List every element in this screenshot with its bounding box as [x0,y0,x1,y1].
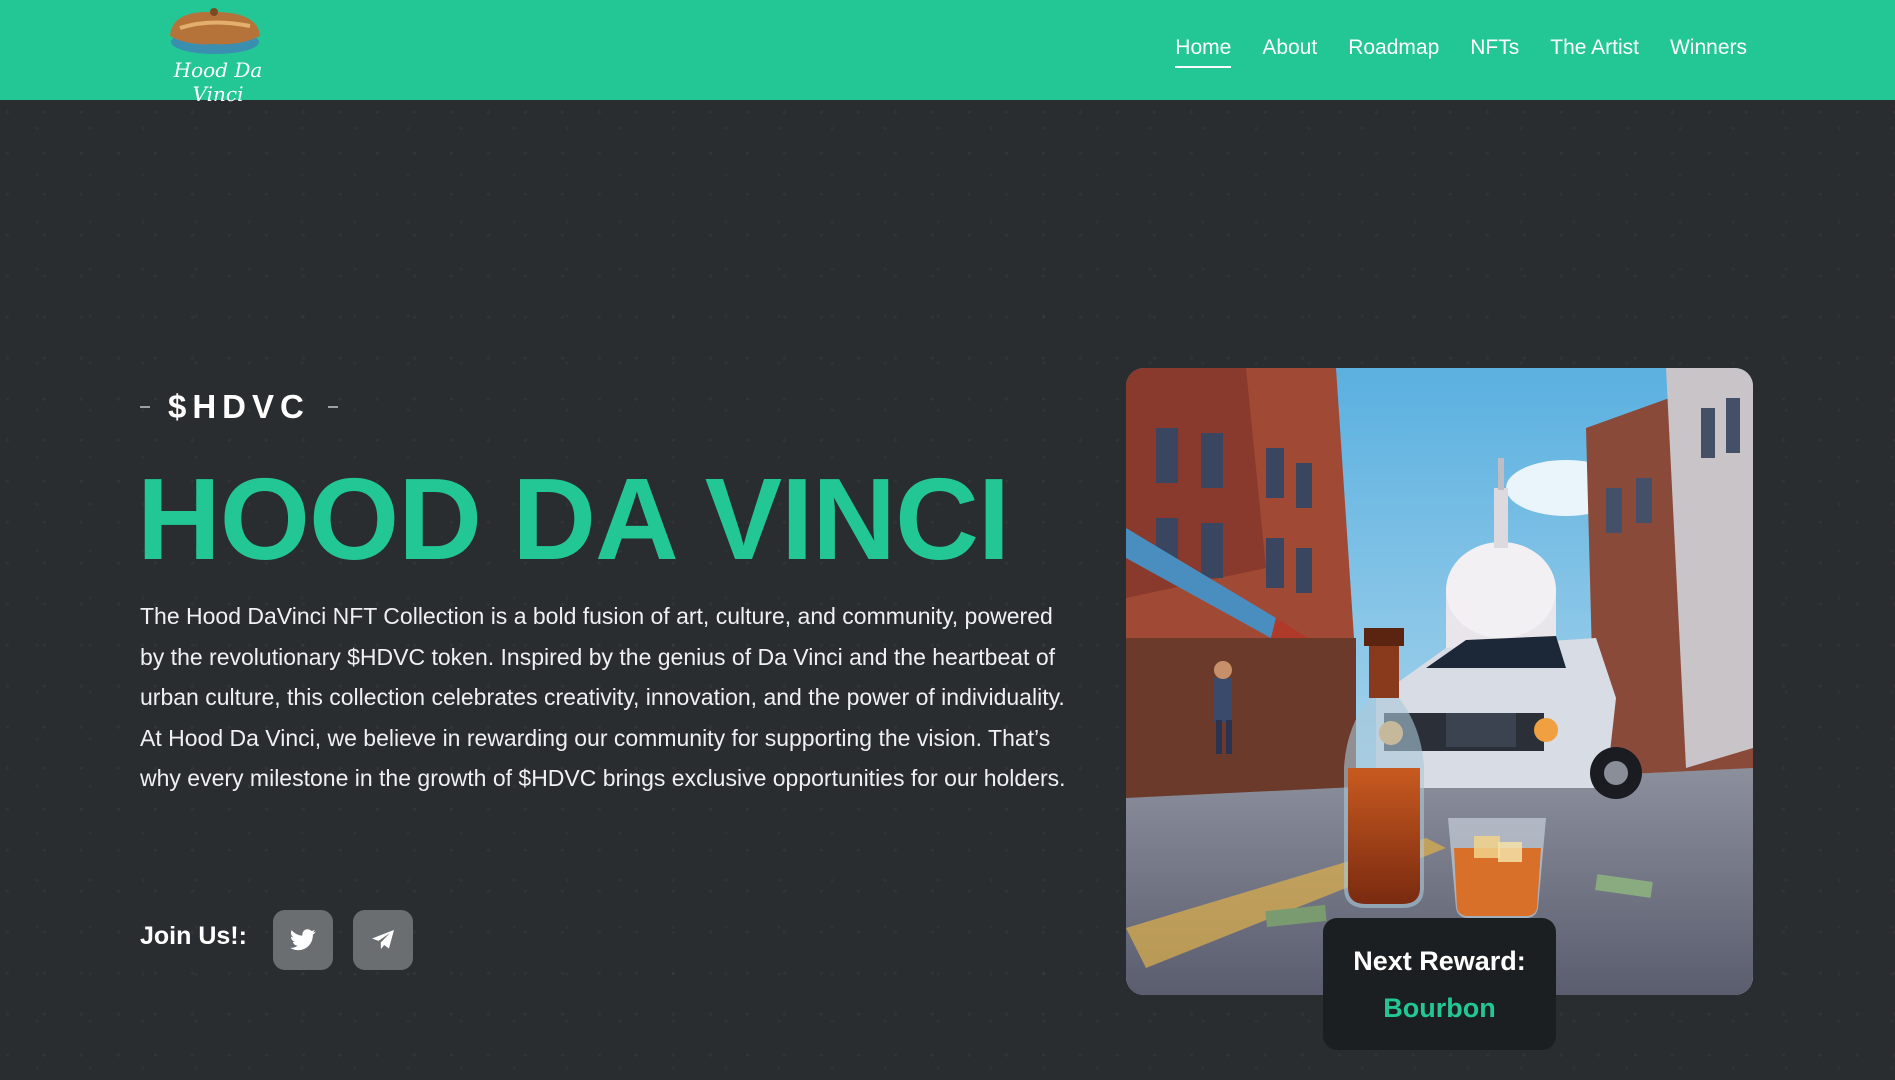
nav-home[interactable]: Home [1175,36,1232,68]
next-reward-card: Next Reward: Bourbon [1323,918,1556,1050]
ticker-row: $HDVC [140,388,338,426]
street-scene-image [1126,368,1753,995]
dash-left [140,406,150,408]
hero-artwork [1126,368,1753,995]
telegram-button[interactable] [352,910,413,970]
next-reward-value: Bourbon [1383,993,1496,1023]
description-paragraph-2: At Hood Da Vinci, we believe in rewardin… [140,724,1066,792]
token-ticker: $HDVC [168,388,310,425]
join-us-label: Join Us!: [140,921,247,950]
nav-nfts[interactable]: NFTs [1470,36,1519,68]
nav-about[interactable]: About [1262,36,1317,68]
description-paragraph-1: The Hood DaVinci NFT Collection is a bol… [140,603,1065,710]
hero-title: HOOD DA VINCI [137,454,1010,584]
twitter-icon [289,929,316,951]
logo-text: Hood Da Vinci [173,58,263,106]
dash-right [327,406,338,408]
nav-the-artist[interactable]: The Artist [1550,36,1639,68]
telegram-icon [371,930,394,949]
beret-icon [170,8,260,54]
logo[interactable]: Hood Da Vinci [150,6,280,106]
navbar: Hood Da Vinci Home About Roadmap NFTs Th… [0,0,1895,106]
nav-roadmap[interactable]: Roadmap [1348,36,1439,68]
next-reward-label: Next Reward: [1353,946,1526,976]
main-nav: Home About Roadmap NFTs The Artist Winne… [1175,36,1747,68]
hero-description: The Hood DaVinci NFT Collection is a bol… [140,596,1080,799]
join-us-row: Join Us!: [140,910,433,970]
twitter-button[interactable] [272,910,333,970]
nav-winners[interactable]: Winners [1670,36,1747,68]
